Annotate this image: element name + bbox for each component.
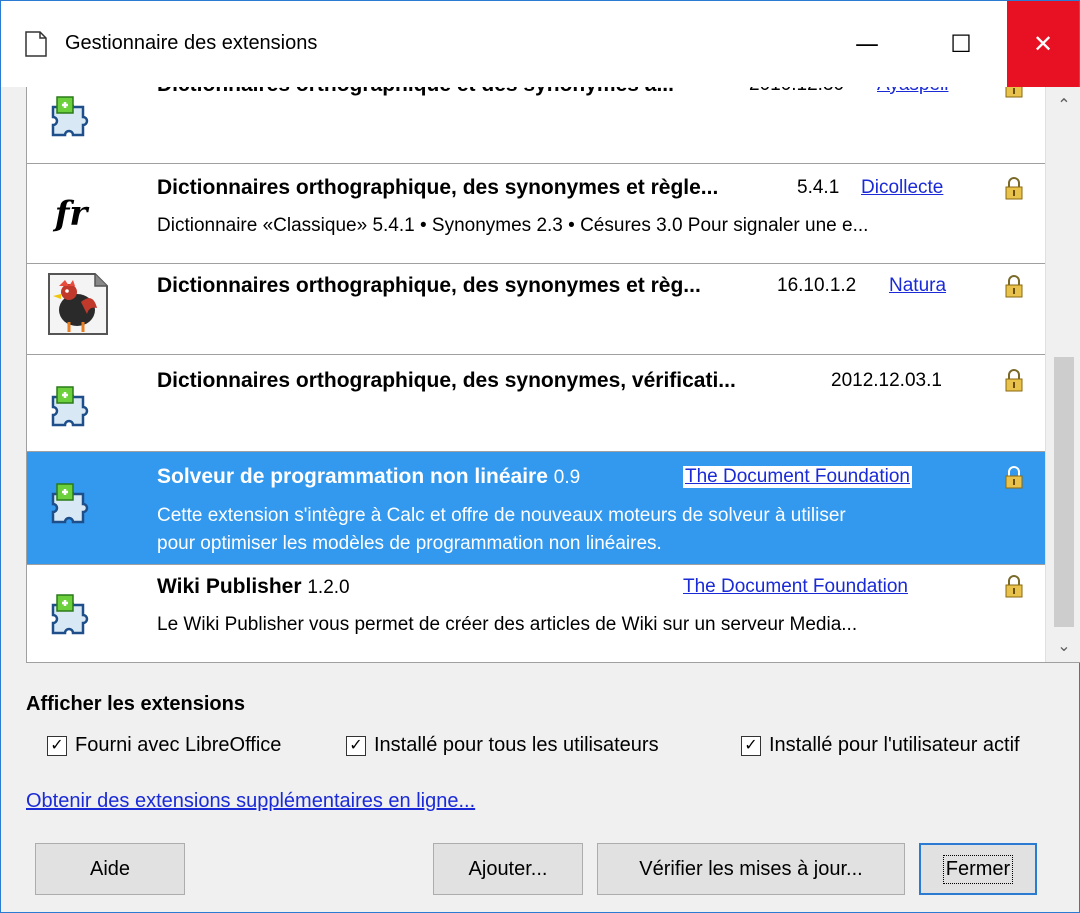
extension-description: Le Wiki Publisher vous permet de créer d…: [157, 614, 858, 635]
filter-user-checkbox[interactable]: ✓ Installé pour l'utilisateur actif: [741, 734, 1020, 757]
lock-icon: [1005, 369, 1023, 392]
check-updates-button-label: Vérifier les mises à jour...: [639, 857, 863, 880]
close-button-label: Fermer: [942, 854, 1014, 884]
lock-icon: [1005, 275, 1023, 298]
checkbox-label: Installé pour tous les utilisateurs: [374, 734, 659, 756]
fr-text-icon: fr: [54, 194, 88, 234]
checkbox-checked-icon[interactable]: ✓: [741, 735, 761, 756]
extension-list[interactable]: Dictionnaires orthographique et des syno…: [26, 87, 1080, 663]
maximize-icon: ☐: [950, 30, 972, 58]
check-updates-button[interactable]: Vérifier les mises à jour...: [597, 843, 905, 895]
extension-version: 16.10.1.2: [777, 275, 857, 296]
checkbox-checked-icon[interactable]: ✓: [346, 735, 366, 756]
publisher-link[interactable]: Ayaspell: [877, 87, 948, 96]
checkbox-label: Fourni avec LibreOffice: [75, 734, 282, 756]
vertical-scrollbar[interactable]: ⌃ ⌄: [1045, 87, 1080, 662]
get-more-extensions-link[interactable]: Obtenir des extensions supplémentaires e…: [26, 790, 475, 813]
title-bar[interactable]: Gestionnaire des extensions — ☐ ✕: [1, 1, 1079, 87]
puzzle-piece-icon: [51, 386, 89, 427]
extension-row[interactable]: Dictionnaires orthographique, des synony…: [27, 355, 1045, 452]
add-button[interactable]: Ajouter...: [433, 843, 583, 895]
filters-title: Afficher les extensions: [26, 693, 245, 715]
lock-icon: [1005, 87, 1023, 98]
extension-row[interactable]: fr Dictionnaires orthographique, des syn…: [27, 164, 1045, 264]
checkbox-label: Installé pour l'utilisateur actif: [769, 734, 1020, 756]
chevron-up-icon: ⌃: [1057, 94, 1071, 114]
help-button-label: Aide: [89, 857, 131, 880]
maximize-button[interactable]: ☐: [913, 1, 1009, 87]
close-icon: ✕: [1032, 30, 1054, 58]
puzzle-piece-icon: [51, 594, 89, 635]
extension-version: 5.4.1: [797, 177, 840, 198]
lock-icon: [1005, 575, 1023, 598]
extension-row[interactable]: Dictionnaires orthographique, des synony…: [27, 264, 1045, 355]
scroll-down-button[interactable]: ⌄: [1046, 628, 1080, 662]
extension-row[interactable]: Wiki Publisher 1.2.0 The Document Founda…: [27, 565, 1045, 662]
extension-row-selected[interactable]: Solveur de programmation non linéaire 0.…: [27, 452, 1045, 565]
extension-version: 2010.12.30: [749, 87, 844, 96]
extension-name: Dictionnaires orthographique, des synony…: [157, 369, 736, 392]
filter-shared-checkbox[interactable]: ✓ Installé pour tous les utilisateurs: [346, 734, 659, 757]
checkbox-checked-icon[interactable]: ✓: [47, 735, 67, 756]
rooster-icon: [48, 273, 108, 335]
extension-name: Dictionnaires orthographique, des synony…: [157, 274, 701, 297]
extension-name: Wiki Publisher: [157, 575, 302, 598]
close-button[interactable]: Fermer: [919, 843, 1037, 895]
extension-description: Dictionnaire «Classique» 5.4.1 • Synonym…: [157, 215, 869, 236]
extension-name: Solveur de programmation non linéaire: [157, 465, 548, 488]
lock-icon: [1005, 177, 1023, 200]
help-button[interactable]: Aide: [35, 843, 185, 895]
extension-manager-window: Gestionnaire des extensions — ☐ ✕ Dictio…: [0, 0, 1080, 913]
scroll-up-button[interactable]: ⌃: [1046, 87, 1080, 121]
filter-bundled-checkbox[interactable]: ✓ Fourni avec LibreOffice: [47, 734, 281, 757]
close-window-button[interactable]: ✕: [1007, 1, 1079, 87]
extension-version: 1.2.0: [307, 577, 350, 598]
puzzle-piece-icon: [51, 96, 89, 137]
add-button-label: Ajouter...: [468, 857, 548, 880]
publisher-link[interactable]: The Document Foundation: [683, 466, 912, 488]
puzzle-piece-icon: [51, 483, 89, 524]
minimize-button[interactable]: —: [819, 1, 915, 87]
extension-name: Dictionnaires orthographique, des synony…: [157, 176, 719, 199]
document-icon: [25, 31, 47, 57]
extension-description-line2: pour optimiser les modèles de programmat…: [157, 533, 662, 554]
publisher-link[interactable]: Dicollecte: [861, 177, 943, 199]
lock-icon: [1005, 466, 1023, 489]
publisher-link[interactable]: Natura: [889, 275, 946, 297]
scrollbar-thumb[interactable]: [1054, 357, 1074, 627]
publisher-link[interactable]: The Document Foundation: [683, 576, 908, 598]
minimize-icon: —: [855, 30, 879, 58]
extension-row[interactable]: Dictionnaires orthographique et des syno…: [27, 87, 1045, 164]
extension-version: 2012.12.03.1: [831, 370, 942, 391]
window-title: Gestionnaire des extensions: [65, 32, 318, 54]
extension-name: Dictionnaires orthographique et des syno…: [157, 87, 674, 97]
extension-description-line1: Cette extension s'intègre à Calc et offr…: [157, 505, 846, 526]
extension-version: 0.9: [553, 467, 581, 488]
chevron-down-icon: ⌄: [1057, 635, 1071, 655]
